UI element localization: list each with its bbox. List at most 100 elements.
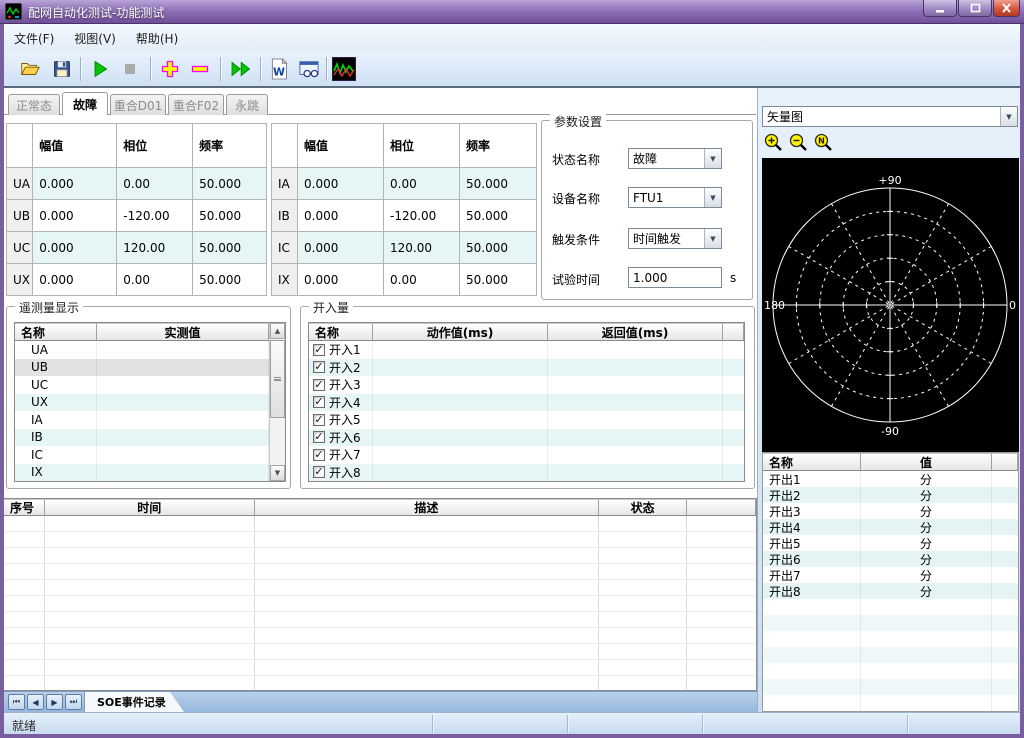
- device-name-combo[interactable]: FTU1 ▼: [628, 187, 722, 208]
- run-button[interactable]: [88, 57, 112, 81]
- view-report-button[interactable]: [297, 57, 321, 81]
- cell-ub-phase[interactable]: -120.00: [117, 200, 193, 232]
- cell-uc-phase[interactable]: 120.00: [117, 232, 193, 264]
- cell-ix-amp[interactable]: 0.000: [298, 264, 384, 296]
- telemetry-row[interactable]: IC: [15, 446, 285, 464]
- cell-uc-freq[interactable]: 50.000: [193, 232, 267, 264]
- waveform-button[interactable]: [332, 57, 356, 81]
- col-name[interactable]: 名称: [15, 323, 97, 341]
- checkbox-checked-icon[interactable]: [313, 361, 325, 373]
- col-name[interactable]: 名称: [309, 323, 373, 341]
- scroll-down-icon[interactable]: ▼: [270, 465, 285, 481]
- minimize-button[interactable]: [923, 0, 957, 17]
- cell-ux-phase[interactable]: 0.00: [117, 264, 193, 296]
- tab-reclose-f02[interactable]: 重合F02: [168, 94, 224, 115]
- scrollbar-thumb[interactable]: [270, 340, 285, 418]
- cell-ix-phase[interactable]: 0.00: [384, 264, 460, 296]
- col-index[interactable]: 序号: [4, 499, 45, 516]
- col-action-value[interactable]: 动作值(ms): [373, 323, 548, 341]
- tab-fault[interactable]: 故障: [62, 92, 108, 115]
- cell-ua-amp[interactable]: 0.000: [33, 168, 117, 200]
- add-button[interactable]: [158, 57, 182, 81]
- telemetry-row[interactable]: UX: [15, 394, 285, 412]
- maximize-button[interactable]: [958, 0, 992, 17]
- telemetry-scrollbar[interactable]: ▲ ▼: [269, 323, 285, 481]
- zoom-out-button[interactable]: [788, 132, 809, 153]
- state-name-combo[interactable]: 故障 ▼: [628, 148, 722, 169]
- checkbox-checked-icon[interactable]: [313, 466, 325, 478]
- di-row[interactable]: 开入1: [309, 341, 744, 359]
- do-row[interactable]: 开出5 分: [763, 535, 1018, 551]
- prev-page-icon[interactable]: ◀: [27, 694, 44, 710]
- trigger-condition-combo[interactable]: 时间触发 ▼: [628, 228, 722, 249]
- save-button[interactable]: [50, 57, 74, 81]
- next-page-icon[interactable]: ▶: [46, 694, 63, 710]
- zoom-reset-button[interactable]: N: [813, 132, 834, 153]
- run-all-button[interactable]: [228, 57, 256, 81]
- cell-ub-amp[interactable]: 0.000: [33, 200, 117, 232]
- telemetry-row[interactable]: UC: [15, 376, 285, 394]
- cell-ia-phase[interactable]: 0.00: [384, 168, 460, 200]
- stop-button[interactable]: [118, 57, 142, 81]
- col-return-value[interactable]: 返回值(ms): [548, 323, 723, 341]
- telemetry-row[interactable]: IA: [15, 411, 285, 429]
- cell-ib-freq[interactable]: 50.000: [460, 200, 537, 232]
- cell-ua-freq[interactable]: 50.000: [193, 168, 267, 200]
- checkbox-checked-icon[interactable]: [313, 379, 325, 391]
- do-row[interactable]: 开出1 分: [763, 471, 1018, 487]
- tab-normal-state[interactable]: 正常态: [8, 94, 60, 115]
- telemetry-row[interactable]: IX: [15, 464, 285, 482]
- checkbox-checked-icon[interactable]: [313, 344, 325, 356]
- telemetry-row-selected[interactable]: UB: [15, 359, 285, 377]
- menu-view[interactable]: 视图(V): [64, 24, 126, 52]
- tab-reclose-d01[interactable]: 重合D01: [110, 94, 166, 115]
- do-row[interactable]: 开出3 分: [763, 503, 1018, 519]
- di-row[interactable]: 开入2: [309, 359, 744, 377]
- word-report-button[interactable]: W: [267, 57, 291, 81]
- cell-ux-amp[interactable]: 0.000: [33, 264, 117, 296]
- cell-ua-phase[interactable]: 0.00: [117, 168, 193, 200]
- cell-ia-amp[interactable]: 0.000: [298, 168, 384, 200]
- col-description[interactable]: 描述: [255, 499, 600, 516]
- chevron-down-icon[interactable]: ▼: [704, 188, 721, 207]
- menu-file[interactable]: 文件(F): [4, 24, 64, 52]
- tab-permanent-trip[interactable]: 永跳: [226, 94, 268, 115]
- tab-soe-event-log[interactable]: SOE事件记录: [84, 692, 184, 712]
- chevron-down-icon[interactable]: ▼: [704, 149, 721, 168]
- zoom-in-button[interactable]: [763, 132, 784, 153]
- remove-button[interactable]: [188, 57, 212, 81]
- cell-ux-freq[interactable]: 50.000: [193, 264, 267, 296]
- checkbox-checked-icon[interactable]: [313, 431, 325, 443]
- chevron-down-icon[interactable]: ▼: [704, 229, 721, 248]
- do-row[interactable]: 开出4 分: [763, 519, 1018, 535]
- close-button[interactable]: [993, 0, 1020, 17]
- di-row[interactable]: 开入3: [309, 376, 744, 394]
- cell-ix-freq[interactable]: 50.000: [460, 264, 537, 296]
- scroll-up-icon[interactable]: ▲: [270, 323, 285, 339]
- menu-help[interactable]: 帮助(H): [126, 24, 188, 52]
- di-row[interactable]: 开入4: [309, 394, 744, 412]
- di-row[interactable]: 开入5: [309, 411, 744, 429]
- di-row[interactable]: 开入7: [309, 446, 744, 464]
- cell-ia-freq[interactable]: 50.000: [460, 168, 537, 200]
- col-name[interactable]: 名称: [763, 453, 861, 471]
- do-row[interactable]: 开出7 分: [763, 567, 1018, 583]
- telemetry-row[interactable]: UA: [15, 341, 285, 359]
- checkbox-checked-icon[interactable]: [313, 414, 325, 426]
- cell-uc-amp[interactable]: 0.000: [33, 232, 117, 264]
- last-page-icon[interactable]: ⏭: [65, 694, 82, 710]
- do-row[interactable]: 开出6 分: [763, 551, 1018, 567]
- col-value[interactable]: 值: [861, 453, 992, 471]
- view-type-combo[interactable]: 矢量图 ▼: [762, 106, 1018, 127]
- col-measured-value[interactable]: 实测值: [97, 323, 269, 341]
- test-time-input[interactable]: [628, 267, 722, 288]
- cell-ic-amp[interactable]: 0.000: [298, 232, 384, 264]
- telemetry-row[interactable]: IB: [15, 429, 285, 447]
- di-row[interactable]: 开入8: [309, 464, 744, 482]
- do-row[interactable]: 开出8 分: [763, 583, 1018, 599]
- cell-ub-freq[interactable]: 50.000: [193, 200, 267, 232]
- first-page-icon[interactable]: ⏮: [8, 694, 25, 710]
- cell-ic-freq[interactable]: 50.000: [460, 232, 537, 264]
- cell-ib-phase[interactable]: -120.00: [384, 200, 460, 232]
- open-button[interactable]: [18, 57, 42, 81]
